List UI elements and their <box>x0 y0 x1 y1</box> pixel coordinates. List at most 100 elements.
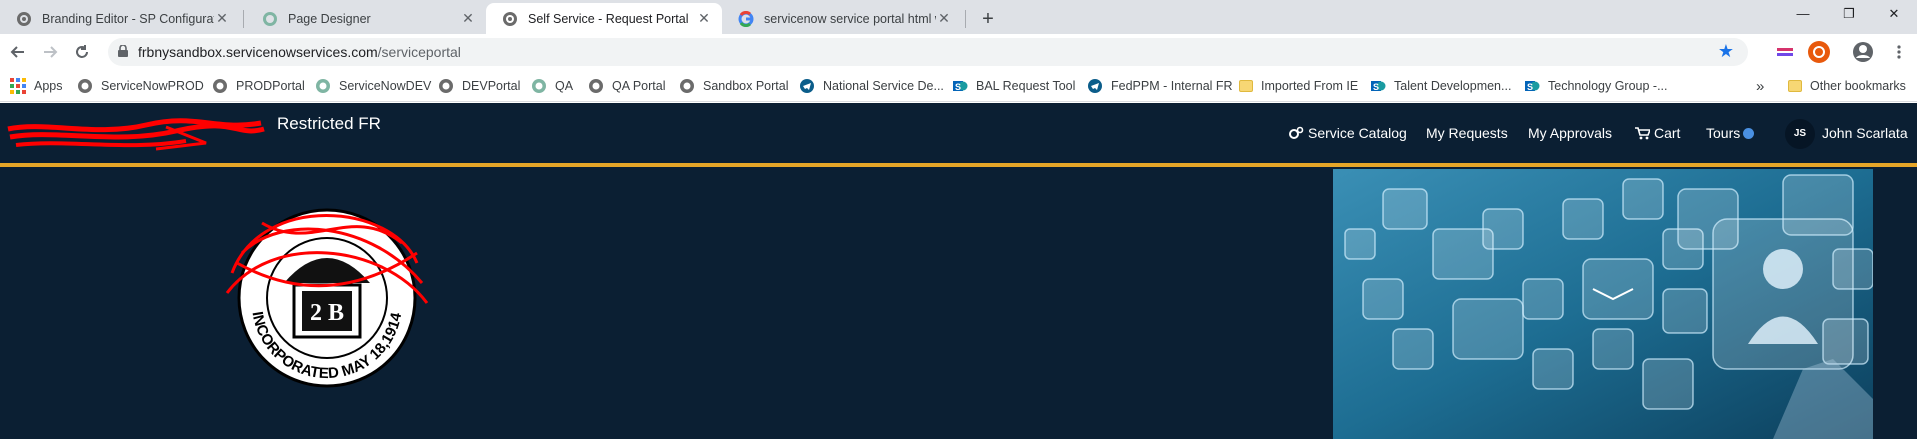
bookmark-servicenowprod[interactable]: ServiceNowPROD <box>77 76 204 96</box>
tab-self-service[interactable]: Self Service - Request Portal ✕ <box>486 3 722 34</box>
forward-button[interactable] <box>38 40 62 64</box>
folder-icon <box>1239 80 1253 92</box>
close-icon[interactable]: ✕ <box>936 10 952 27</box>
window-close-button[interactable]: ✕ <box>1871 0 1917 28</box>
telegram-style-icon <box>800 79 814 93</box>
bookmarks-overflow-button[interactable]: » <box>1756 76 1764 96</box>
bookmark-qa-portal[interactable]: QA Portal <box>588 76 666 96</box>
bookmark-talent-development[interactable]: S Talent Developmen... <box>1370 76 1511 96</box>
nav-label: Tours <box>1706 125 1741 141</box>
nav-service-catalog[interactable]: Service Catalog <box>1288 125 1407 141</box>
address-bar[interactable]: frbnysandbox.servicenowservices.com/serv… <box>108 38 1748 66</box>
reload-icon <box>76 45 88 58</box>
lock-icon <box>118 45 128 57</box>
bookmark-label: Imported From IE <box>1261 79 1359 93</box>
institution-seal: 2 B INCORPORATED MAY 18,1914 <box>225 208 429 388</box>
bookmark-technology-group[interactable]: S Technology Group -... <box>1524 76 1668 96</box>
nav-cart[interactable]: Cart <box>1635 125 1680 141</box>
servicenow-green-favicon-icon <box>532 79 546 93</box>
browser-menu-button[interactable] <box>1887 40 1911 64</box>
bookmark-label: DEVPortal <box>462 79 521 93</box>
url-text: frbnysandbox.servicenowservices.com/serv… <box>138 44 461 60</box>
servicenow-favicon-icon <box>680 79 694 93</box>
folder-icon <box>1788 80 1802 92</box>
nav-my-requests[interactable]: My Requests <box>1426 125 1508 141</box>
servicenow-favicon-icon <box>17 11 31 26</box>
bookmark-imported-from-ie[interactable]: Imported From IE <box>1239 76 1358 96</box>
tab-title: Self Service - Request Portal <box>528 11 689 26</box>
servicenow-favicon-icon <box>589 79 603 93</box>
user-avatar[interactable]: JS <box>1785 119 1815 149</box>
bookmark-label: National Service De... <box>823 79 944 93</box>
tab-title: Branding Editor - SP Configuratio <box>42 11 214 26</box>
bookmark-fedppm[interactable]: FedPPM - Internal FR <box>1087 76 1233 96</box>
svg-text:S: S <box>1373 82 1379 92</box>
tab-page-designer[interactable]: Page Designer ✕ <box>246 3 486 34</box>
tab-divider <box>243 10 244 28</box>
minimize-button[interactable]: — <box>1780 0 1826 28</box>
arrow-right-icon <box>44 46 58 58</box>
bookmark-qa[interactable]: QA <box>531 76 573 96</box>
servicenow-favicon-icon <box>439 79 453 93</box>
close-icon[interactable]: ✕ <box>460 10 476 27</box>
bookmark-sandbox-portal[interactable]: Sandbox Portal <box>679 76 788 96</box>
sharepoint-icon: S <box>953 81 968 92</box>
portal-header: Restricted FR Service Catalog My Request… <box>0 103 1917 163</box>
tours-indicator-icon <box>1743 127 1755 139</box>
extension-icon[interactable] <box>1774 41 1796 63</box>
bookmark-label: QA Portal <box>612 79 666 93</box>
orange-extension-icon <box>1813 46 1825 58</box>
profile-icon[interactable] <box>1852 41 1874 63</box>
kebab-menu-icon <box>1897 45 1901 59</box>
close-icon[interactable]: ✕ <box>696 10 712 27</box>
new-tab-button[interactable]: + <box>974 6 1002 32</box>
servicenow-favicon-icon <box>78 79 92 93</box>
servicenow-green-favicon-icon <box>316 79 330 93</box>
extension-icon[interactable] <box>1808 41 1830 63</box>
bookmark-label: ServiceNowDEV <box>339 79 432 93</box>
bookmark-label: Apps <box>34 79 63 93</box>
nav-my-approvals[interactable]: My Approvals <box>1528 125 1612 141</box>
bookmark-national-service-desk[interactable]: National Service De... <box>799 76 944 96</box>
apps-grid-icon <box>10 78 26 94</box>
gears-icon <box>1289 126 1304 139</box>
tab-branding-editor[interactable]: Branding Editor - SP Configuratio ✕ <box>0 3 240 34</box>
reload-button[interactable] <box>70 40 94 64</box>
bookmark-apps[interactable]: Apps <box>10 76 63 96</box>
tab-title: Page Designer <box>288 11 371 26</box>
bookmark-label: Talent Developmen... <box>1394 79 1512 93</box>
servicenow-favicon-icon <box>503 11 517 26</box>
redacted-logo[interactable] <box>6 115 266 155</box>
bookmark-bal-request-tool[interactable]: S BAL Request Tool <box>952 76 1075 96</box>
browser-toolbar: frbnysandbox.servicenowservices.com/serv… <box>0 34 1917 70</box>
portal-banner: 2 B INCORPORATED MAY 18,1914 <box>0 167 1917 439</box>
bookmark-label: FedPPM - Internal FR <box>1111 79 1233 93</box>
bookmark-label: BAL Request Tool <box>976 79 1076 93</box>
url-host: frbnysandbox.servicenowservices.com <box>138 44 378 60</box>
bookmark-label: ServiceNowPROD <box>101 79 204 93</box>
user-name: John Scarlata <box>1822 125 1908 141</box>
other-bookmarks-folder[interactable]: Other bookmarks <box>1788 76 1906 96</box>
close-icon[interactable]: ✕ <box>214 10 230 27</box>
back-button[interactable] <box>6 40 30 64</box>
servicenow-green-favicon-icon <box>263 11 277 26</box>
bookmark-devportal[interactable]: DEVPortal <box>438 76 520 96</box>
tab-google-search[interactable]: servicenow service portal html w ✕ <box>722 3 962 34</box>
cart-icon <box>1635 126 1650 139</box>
svg-text:S: S <box>1527 82 1533 92</box>
user-menu[interactable]: John Scarlata <box>1822 125 1908 141</box>
bookmark-label: QA <box>555 79 574 93</box>
account-circle-icon <box>1853 42 1873 62</box>
bookmark-servicenowdev[interactable]: ServiceNowDEV <box>315 76 431 96</box>
bookmark-star-icon[interactable]: ★ <box>1718 41 1734 62</box>
stripes-extension-icon <box>1777 48 1793 56</box>
telegram-style-icon <box>1088 79 1102 93</box>
portal-brand-name[interactable]: Restricted FR <box>277 114 381 134</box>
arrow-left-icon <box>10 46 24 58</box>
svg-text:S: S <box>955 82 961 92</box>
bookmark-prodportal[interactable]: PRODPortal <box>212 76 305 96</box>
nav-tours[interactable]: Tours <box>1706 125 1755 141</box>
servicenow-favicon-icon <box>213 79 227 93</box>
bookmark-label: Technology Group -... <box>1548 79 1668 93</box>
restore-button[interactable]: ❐ <box>1826 0 1872 28</box>
